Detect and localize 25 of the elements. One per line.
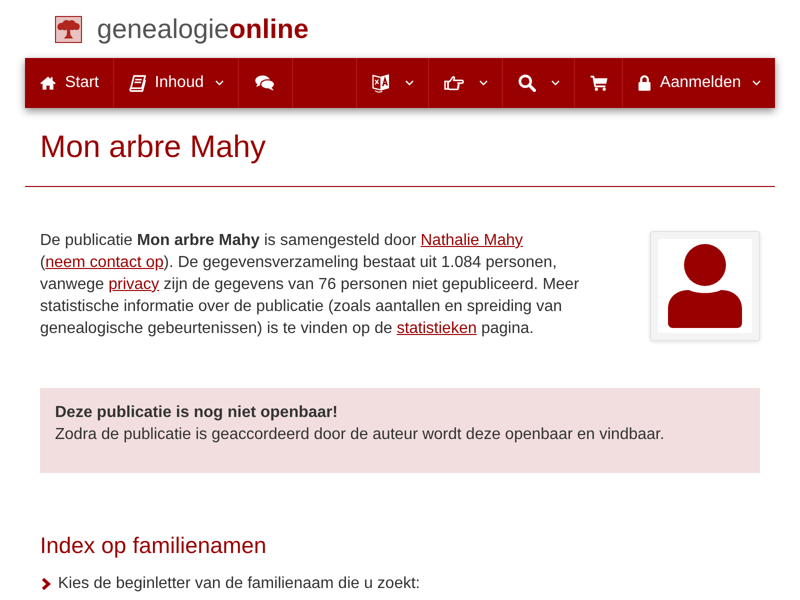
logo-text[interactable]: genealogieonline <box>97 13 309 45</box>
description-paragraph: De publicatie Mon arbre Mahy is samengesteld door Nathalie Mahy (neem contact op). De gegevensverzameling bestaat uit 1.084 personen, vanwege privacy zijn de gegevens van 76 personen niet gepubliceerd. Meer statistische informatie over de publicatie (zoals aantallen en spreiding van genealogische gebeurtenissen) is te vinden op de statistieken pagina. <box>40 231 580 339</box>
inline-link[interactable]: neem contact op <box>45 254 164 271</box>
page-title: Mon arbre Mahy <box>40 130 266 164</box>
pointing-hand-icon <box>444 75 464 91</box>
nav-link[interactable]: Start <box>25 58 114 108</box>
section-heading: Index op familienamen <box>40 533 266 558</box>
home-icon <box>40 76 56 90</box>
speech-bubbles-icon <box>254 75 275 91</box>
alert-title: Deze publicatie is nog niet openbaar! <box>55 403 338 423</box>
book-icon <box>128 74 146 92</box>
inline-link[interactable]: Nathalie Mahy <box>420 232 523 249</box>
cart-icon <box>590 75 608 91</box>
search-icon <box>518 74 536 92</box>
inline-link[interactable]: privacy <box>108 276 160 293</box>
chevron-icon <box>41 577 52 591</box>
nav-dropdown[interactable]: Aanmelden <box>622 58 775 108</box>
tree-logo-icon <box>55 16 82 42</box>
inline-link[interactable]: statistieken <box>396 320 477 337</box>
translate-icon <box>372 73 390 93</box>
lock-icon <box>638 75 652 91</box>
instruction-text: Kies de beginletter van de familienaam die u zoekt: <box>58 574 420 594</box>
nav-dropdown[interactable]: Inhoud <box>114 58 239 108</box>
alert-message: Zodra de publicatie is geaccordeerd door de auteur wordt deze openbaar en vindbaar. <box>55 425 664 445</box>
person-icon <box>658 239 752 333</box>
